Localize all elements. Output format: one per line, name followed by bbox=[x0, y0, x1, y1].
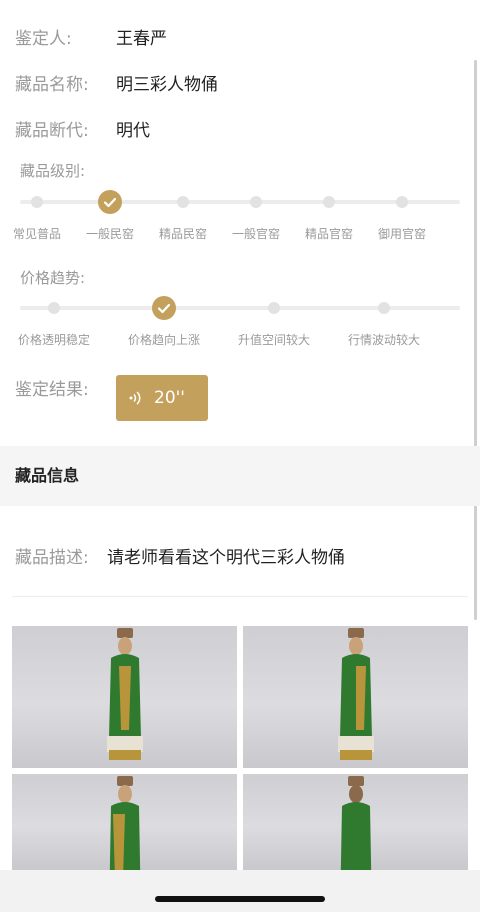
option-dot[interactable] bbox=[48, 302, 60, 314]
selected-check-icon[interactable] bbox=[152, 296, 176, 320]
figurine-image bbox=[337, 628, 374, 760]
grade-label: 藏品级别: bbox=[20, 162, 86, 180]
item-photo[interactable] bbox=[243, 774, 468, 870]
option-dot[interactable] bbox=[31, 196, 43, 208]
figurine-image bbox=[109, 776, 140, 870]
voice-duration: 20'' bbox=[154, 388, 185, 408]
option-label[interactable]: 御用官窑 bbox=[378, 225, 426, 242]
appraiser-value: 王春严 bbox=[116, 29, 167, 49]
figurine-image bbox=[340, 776, 371, 870]
item-era-label: 藏品断代: bbox=[15, 121, 89, 141]
figurine-image bbox=[106, 628, 143, 760]
option-dot[interactable] bbox=[250, 196, 262, 208]
selected-check-icon[interactable] bbox=[98, 190, 122, 214]
price-trend-track bbox=[20, 306, 460, 310]
bottom-bar bbox=[0, 870, 480, 912]
item-photo[interactable] bbox=[12, 626, 237, 768]
option-label[interactable]: 一般官窑 bbox=[232, 225, 280, 242]
option-label[interactable]: 升值空间较大 bbox=[238, 331, 310, 348]
appraiser-label: 鉴定人: bbox=[15, 29, 72, 49]
grade-track bbox=[20, 200, 460, 204]
scrollbar[interactable] bbox=[474, 60, 477, 620]
option-dot[interactable] bbox=[378, 302, 390, 314]
option-dot[interactable] bbox=[396, 196, 408, 208]
item-photo[interactable] bbox=[243, 626, 468, 768]
option-dot[interactable] bbox=[268, 302, 280, 314]
price-trend-label: 价格趋势: bbox=[20, 269, 86, 287]
collection-info-title: 藏品信息 bbox=[15, 466, 80, 485]
divider bbox=[12, 596, 468, 597]
option-dot[interactable] bbox=[177, 196, 189, 208]
description-label: 藏品描述: bbox=[15, 548, 89, 568]
option-label[interactable]: 一般民窑 bbox=[86, 225, 134, 242]
item-photo[interactable] bbox=[12, 774, 237, 870]
item-name-label: 藏品名称: bbox=[15, 75, 89, 95]
item-name-value: 明三彩人物俑 bbox=[116, 75, 218, 95]
voice-wave-icon bbox=[128, 390, 144, 410]
option-label[interactable]: 精品官窑 bbox=[305, 225, 353, 242]
item-era-value: 明代 bbox=[116, 121, 150, 141]
result-label: 鉴定结果: bbox=[15, 380, 89, 400]
voice-message-button[interactable]: 20'' bbox=[116, 375, 208, 421]
option-label[interactable]: 价格趋向上涨 bbox=[128, 331, 200, 348]
option-dot[interactable] bbox=[323, 196, 335, 208]
option-label[interactable]: 常见普品 bbox=[13, 225, 61, 242]
option-label[interactable]: 行情波动较大 bbox=[348, 331, 420, 348]
home-indicator[interactable] bbox=[155, 896, 325, 902]
description-value: 请老师看看这个明代三彩人物俑 bbox=[107, 548, 345, 568]
option-label[interactable]: 价格透明稳定 bbox=[18, 331, 90, 348]
option-label[interactable]: 精品民窑 bbox=[159, 225, 207, 242]
